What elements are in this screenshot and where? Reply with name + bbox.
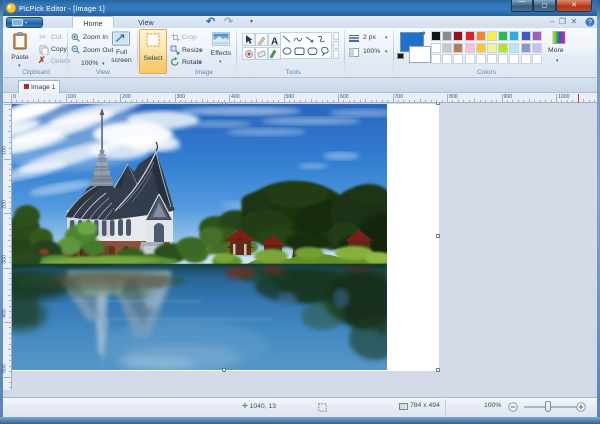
svg-text:A: A <box>271 37 278 48</box>
svg-text:?: ? <box>588 20 592 27</box>
